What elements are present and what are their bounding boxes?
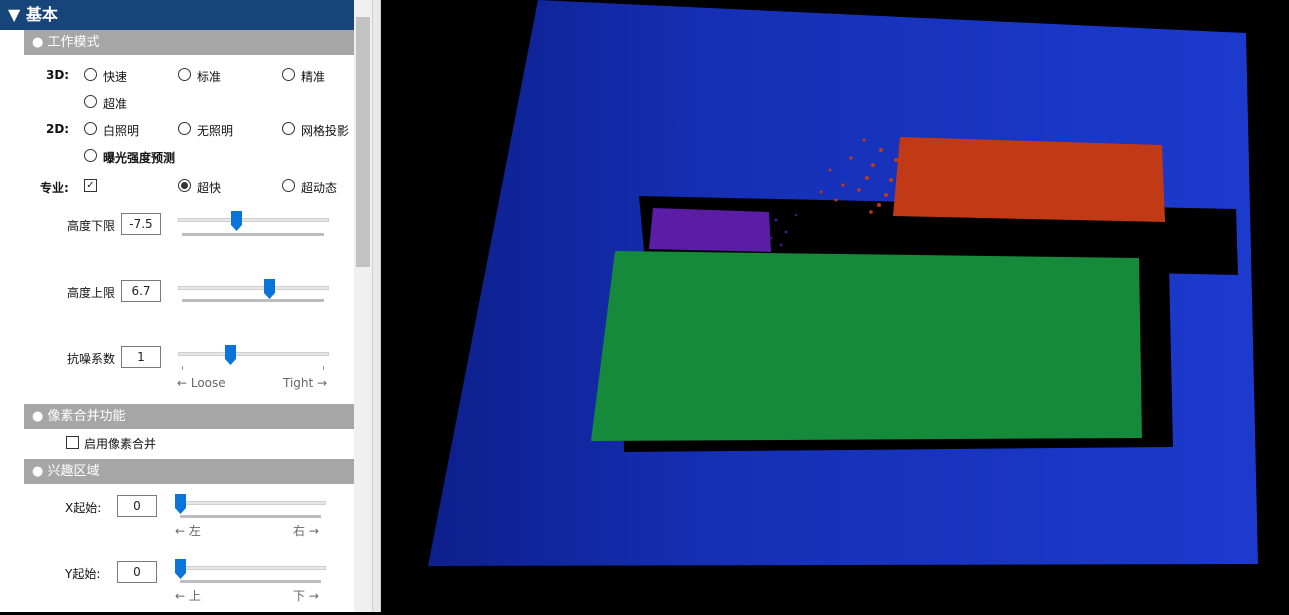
red-object: [893, 137, 1165, 222]
roi-section-header[interactable]: ● 兴趣区域: [24, 459, 354, 484]
noise-tick-start: [182, 366, 183, 370]
radio-3d-precise[interactable]: [282, 68, 295, 81]
right-hint: 右 →: [293, 524, 319, 538]
radio-2d-white[interactable]: [84, 122, 97, 135]
splitter[interactable]: [372, 0, 381, 612]
y-start-slider-track[interactable]: [176, 566, 326, 570]
binning-section-header[interactable]: ● 像素合并功能: [24, 404, 354, 429]
binning-label: 启用像素合并: [84, 437, 157, 451]
pro-checkbox[interactable]: ✓: [84, 179, 97, 192]
height-high-label: 高度上限: [67, 286, 116, 300]
noise-slider-track[interactable]: [178, 352, 329, 356]
y-start-slider-thumb[interactable]: [175, 559, 186, 579]
label-fast: 快速: [103, 70, 128, 84]
label-no-light: 无照明: [197, 124, 234, 138]
label-2d: 2D:: [46, 122, 70, 136]
height-high-slider-thumb[interactable]: [264, 279, 275, 299]
label-hdr: 超动态: [301, 181, 338, 195]
settings-panel: ▼ 基本 ● 工作模式 3D: 快速 标准 精准 超准 2D: 白照明 无照明 …: [0, 0, 372, 612]
height-high-slider-track[interactable]: [178, 286, 329, 290]
x-start-input[interactable]: 0: [117, 495, 157, 517]
height-high-range-bar: [182, 299, 324, 302]
radio-3d-standard[interactable]: [178, 68, 191, 81]
down-hint: 下 →: [293, 589, 319, 603]
label-super-fast: 超快: [197, 181, 222, 195]
loose-hint: ← Loose: [177, 376, 226, 390]
height-low-input[interactable]: -7.5: [121, 213, 161, 235]
label-pro: 专业:: [40, 181, 69, 195]
pointcloud-viewport[interactable]: [381, 0, 1289, 612]
y-start-range-bar: [180, 580, 321, 583]
y-start-input[interactable]: 0: [117, 561, 157, 583]
label-standard: 标准: [197, 70, 222, 84]
binning-checkbox[interactable]: [66, 436, 79, 449]
radio-3d-fast[interactable]: [84, 68, 97, 81]
left-hint: ← 左: [175, 524, 201, 538]
label-precise: 精准: [301, 70, 326, 84]
radio-2d-no-light[interactable]: [178, 122, 191, 135]
x-start-slider-track[interactable]: [176, 501, 326, 505]
label-white-light: 白照明: [103, 124, 140, 138]
tight-hint: Tight →: [283, 376, 328, 390]
height-low-range-bar: [182, 233, 324, 236]
radio-3d-ultra[interactable]: [84, 95, 97, 108]
height-low-slider-track[interactable]: [178, 218, 329, 222]
noise-input[interactable]: 1: [121, 346, 161, 368]
x-start-label: X起始:: [65, 501, 102, 515]
height-high-input[interactable]: 6.7: [121, 280, 161, 302]
label-ultra: 超准: [103, 97, 128, 111]
label-exposure-predict: 曝光强度预测: [103, 151, 176, 165]
panel-scroll-thumb[interactable]: [356, 17, 370, 267]
label-grid-projection: 网格投影: [301, 124, 350, 138]
height-low-label: 高度下限: [67, 219, 116, 233]
x-start-range-bar: [180, 515, 321, 518]
green-object: [591, 251, 1142, 441]
y-start-label: Y起始:: [65, 567, 101, 581]
radio-pro-hdr[interactable]: [282, 179, 295, 192]
up-hint: ← 上: [175, 589, 201, 603]
work-mode-section-header[interactable]: ● 工作模式: [24, 30, 354, 55]
purple-object: [649, 208, 771, 252]
height-low-slider-thumb[interactable]: [231, 211, 242, 231]
radio-exposure-predict[interactable]: [84, 149, 97, 162]
basic-section-header[interactable]: ▼ 基本: [0, 0, 354, 30]
noise-label: 抗噪系数: [67, 352, 116, 366]
x-start-slider-thumb[interactable]: [175, 494, 186, 514]
label-3d: 3D:: [46, 68, 70, 82]
pointcloud-render: [428, 0, 1258, 566]
radio-2d-grid[interactable]: [282, 122, 295, 135]
noise-tick-end: [323, 366, 324, 370]
noise-slider-thumb[interactable]: [225, 345, 236, 365]
radio-pro-super-fast[interactable]: [178, 179, 191, 192]
